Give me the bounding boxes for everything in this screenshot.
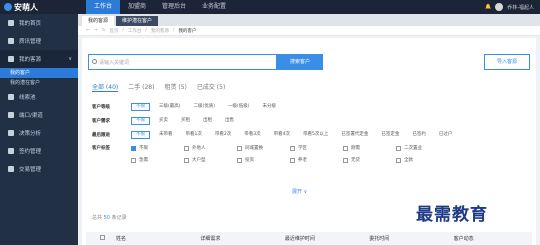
tab-rent[interactable]: 租赁 (5) <box>164 82 186 92</box>
tab-all[interactable]: 全部 (40) <box>92 82 119 92</box>
user-name[interactable]: 乔林-福起人 <box>507 4 534 11</box>
port-icon <box>8 112 14 118</box>
pen-icon <box>8 148 14 154</box>
tag-checkbox[interactable]: 养老 <box>290 157 338 163</box>
tag-checkbox[interactable]: 同城置换 <box>237 145 285 151</box>
sidebar-item-home[interactable]: 我的首页 <box>0 14 78 32</box>
info-icon <box>8 38 14 44</box>
topnav-config[interactable]: 业务配置 <box>194 0 234 14</box>
tag-checkbox[interactable]: 急需 <box>131 157 179 163</box>
filter-level: 客户等级 不限 三级(最高) 二级(优质) 一级(低级) 未分级 <box>92 103 277 111</box>
search-icon <box>92 59 97 64</box>
tag-checkbox[interactable]: 全款 <box>396 157 444 163</box>
back-icon[interactable]: ← <box>86 28 90 33</box>
chart-icon <box>8 130 14 136</box>
column-name[interactable]: 姓名 <box>110 235 194 242</box>
user-icon <box>8 56 14 62</box>
expand-button[interactable]: 展开 ∨ <box>292 188 307 195</box>
watermark-logo: 最需教育 <box>416 205 488 225</box>
sidebar: 我的首页 质讯管理 我的客源 ∨ 我的客户 我的潜在客户 线索池 端口/渠道 决策… <box>0 14 78 245</box>
sidebar-item-info[interactable]: 质讯管理 <box>0 32 78 50</box>
filter-panel: 客户等级 不限 三级(最高) 二级(优质) 一级(低级) 未分级 客户需求 不限… <box>92 100 532 166</box>
filter-demand: 客户需求 不限 买卖 买租 出租 出售 <box>92 117 234 125</box>
topnav-admin[interactable]: 管理后台 <box>154 0 194 14</box>
table-header: 姓名 详细需求 最近维护时间 委托时间 客户动态 <box>86 232 532 245</box>
filter-followup: 最后跟进 不限 未带看 带看1次 带看2次 带看3次 带看4次 带看5次以上 已… <box>92 131 453 139</box>
import-button[interactable]: 导入客源 <box>484 54 530 70</box>
tag-checkbox[interactable]: 外地人 <box>184 145 232 151</box>
topnav-franchise[interactable]: 加盟商 <box>120 0 154 14</box>
tag-checkbox[interactable]: 投资 <box>237 157 285 163</box>
home-icon <box>8 20 14 26</box>
sidebar-sub-potential[interactable]: 我的潜在客户 <box>0 78 78 88</box>
select-all-checkbox[interactable] <box>86 235 110 242</box>
sidebar-sub-my-customers[interactable]: 我的客户 <box>0 68 78 78</box>
tab-closed[interactable]: 已成交 (5) <box>197 82 225 92</box>
tag-checkbox[interactable]: 无贷 <box>343 157 391 163</box>
sidebar-item-deals[interactable]: 交易管理 <box>0 160 78 178</box>
column-demand[interactable]: 详细需求 <box>194 235 278 242</box>
tab-potential[interactable]: 维护潜在客户 <box>116 16 159 26</box>
sidebar-item-contracts[interactable]: 签约管理 <box>0 142 78 160</box>
tab-resale[interactable]: 二手 (28) <box>128 82 154 92</box>
topnav-workbench[interactable]: 工作台 <box>86 0 121 14</box>
forward-icon[interactable]: → <box>94 28 98 33</box>
brand-name: 安萌人 <box>14 2 38 12</box>
deal-icon <box>8 166 14 172</box>
user-area: 🔔 乔林-福起人 <box>485 3 540 11</box>
top-bar: 安萌人 工作台 加盟商 管理后台 业务配置 🔔 乔林-福起人 <box>0 0 540 14</box>
bell-icon[interactable]: 🔔 <box>485 4 491 10</box>
column-activity[interactable]: 客户动态 <box>448 235 532 242</box>
chevron-down-icon: ∨ <box>68 56 72 62</box>
sidebar-item-customers[interactable]: 我的客源 ∨ <box>0 50 78 68</box>
sidebar-item-leads[interactable]: 线索池 <box>0 88 78 106</box>
page-tabs: 我的客源 维护潜在客户 <box>78 14 540 26</box>
total-count: 总共 50 条记录 <box>92 215 127 221</box>
search-input[interactable]: 请输入关键词 <box>88 54 277 70</box>
logo-icon <box>4 3 12 11</box>
type-tabs: 全部 (40) 二手 (28) 租赁 (5) 已成交 (5) <box>92 82 225 92</box>
tag-checkbox[interactable]: 不限 <box>131 145 179 151</box>
top-nav: 工作台 加盟商 管理后台 业务配置 <box>86 0 234 14</box>
breadcrumb: ← → ↻ 首页 / 工作台 / 我的客源 / 我的客户 <box>78 26 540 36</box>
tag-checkbox[interactable]: 大户型 <box>184 157 232 163</box>
tag-checkbox[interactable]: 学区 <box>290 145 338 151</box>
column-entrust-time[interactable]: 委托时间 <box>363 235 447 242</box>
app-logo[interactable]: 安萌人 <box>0 0 84 14</box>
search-button[interactable]: 搜索客户 <box>277 54 323 70</box>
leads-icon <box>8 94 14 100</box>
filter-tags-row2: 急需 大户型 投资 养老 无贷 全款 <box>92 154 532 166</box>
tag-checkbox[interactable]: 刚需 <box>343 145 391 151</box>
tab-my-customers[interactable]: 我的客源 <box>82 16 115 26</box>
refresh-icon[interactable]: ↻ <box>102 28 106 33</box>
filter-tags-row1: 客户标签 不限 外地人 同城置换 学区 刚需 二次置业 <box>92 142 532 154</box>
avatar[interactable] <box>495 3 504 11</box>
checkbox-checked[interactable] <box>131 145 136 151</box>
tag-checkbox[interactable]: 二次置业 <box>396 145 444 151</box>
sidebar-item-ports[interactable]: 端口/渠道 <box>0 106 78 124</box>
sidebar-item-analysis[interactable]: 决策分析 <box>0 124 78 142</box>
column-last-maintained[interactable]: 最近维护时间 <box>279 235 363 242</box>
